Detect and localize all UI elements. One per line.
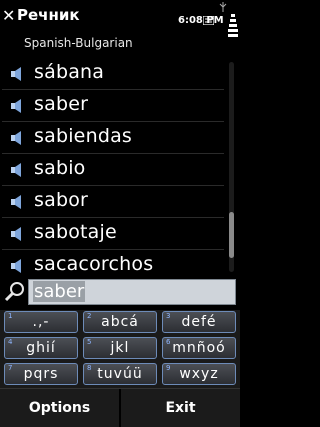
- speaker-icon[interactable]: [10, 259, 26, 273]
- menu-indicator-icon[interactable]: [203, 16, 214, 25]
- options-button[interactable]: Options: [0, 389, 119, 427]
- key-9[interactable]: 9 wxyz: [162, 363, 236, 385]
- key-label: .,-: [32, 314, 50, 330]
- speaker-icon[interactable]: [10, 163, 26, 177]
- word-label: saber: [34, 93, 89, 115]
- word-label: sabiendas: [34, 125, 133, 147]
- word-label: sabio: [34, 157, 86, 179]
- key-2[interactable]: 2 abcá: [83, 311, 157, 333]
- exit-button[interactable]: Exit: [121, 389, 240, 427]
- key-label: jkl: [110, 340, 130, 356]
- search-input[interactable]: saber: [28, 279, 236, 305]
- word-label: sábana: [34, 61, 105, 83]
- word-list: sábana saber sabiendas sabio sabor sabot…: [0, 58, 226, 276]
- clock: 6:08 PM: [178, 15, 224, 26]
- search-input-text: saber: [33, 281, 86, 302]
- key-label: wxyz: [179, 366, 219, 382]
- key-label: abcá: [101, 314, 139, 330]
- speaker-icon[interactable]: [10, 67, 26, 81]
- list-item[interactable]: saber: [2, 90, 224, 122]
- speaker-icon[interactable]: [10, 131, 26, 145]
- key-1[interactable]: 1 .,-: [4, 311, 78, 333]
- app-title: Речник: [17, 6, 80, 24]
- list-item[interactable]: sábana: [2, 58, 224, 90]
- list-item[interactable]: sabio: [2, 154, 224, 186]
- word-label: sacacorchos: [34, 253, 154, 275]
- battery-icon: [228, 14, 238, 37]
- status-bar: ✕ Речник Spanish-Bulgarian 6:08 PM: [0, 0, 240, 58]
- list-item[interactable]: sabor: [2, 186, 224, 218]
- key-5[interactable]: 5 jkl: [83, 337, 157, 359]
- list-item[interactable]: sabotaje: [2, 218, 224, 250]
- softkey-bar: Options Exit: [0, 388, 240, 427]
- key-label: tuvúü: [97, 366, 143, 382]
- search-icon: [4, 282, 24, 302]
- list-item[interactable]: sabiendas: [2, 122, 224, 154]
- speaker-icon[interactable]: [10, 227, 26, 241]
- speaker-icon[interactable]: [10, 195, 26, 209]
- signal-icon: [219, 2, 227, 12]
- key-label: pqrs: [23, 366, 59, 382]
- key-label: defé: [181, 314, 217, 330]
- key-6[interactable]: 6 mnñoó: [162, 337, 236, 359]
- key-7[interactable]: 7 pqrs: [4, 363, 78, 385]
- dictionary-direction-label: Spanish-Bulgarian: [24, 36, 133, 50]
- key-8[interactable]: 8 tuvúü: [83, 363, 157, 385]
- virtual-keypad: 1 .,- 2 abcá 3 defé 4 ghií 5 jkl 6 mnñoó…: [0, 310, 240, 388]
- word-label: sabor: [34, 189, 89, 211]
- key-3[interactable]: 3 defé: [162, 311, 236, 333]
- scrollbar-thumb[interactable]: [229, 212, 234, 258]
- speaker-icon[interactable]: [10, 99, 26, 113]
- key-4[interactable]: 4 ghií: [4, 337, 78, 359]
- search-row: saber: [0, 276, 240, 310]
- key-label: mnñoó: [172, 340, 226, 356]
- list-scrollbar[interactable]: [229, 62, 234, 272]
- list-item[interactable]: sacacorchos: [2, 250, 224, 276]
- key-label: ghií: [26, 340, 56, 356]
- word-label: sabotaje: [34, 221, 117, 243]
- close-icon[interactable]: ✕: [2, 8, 15, 24]
